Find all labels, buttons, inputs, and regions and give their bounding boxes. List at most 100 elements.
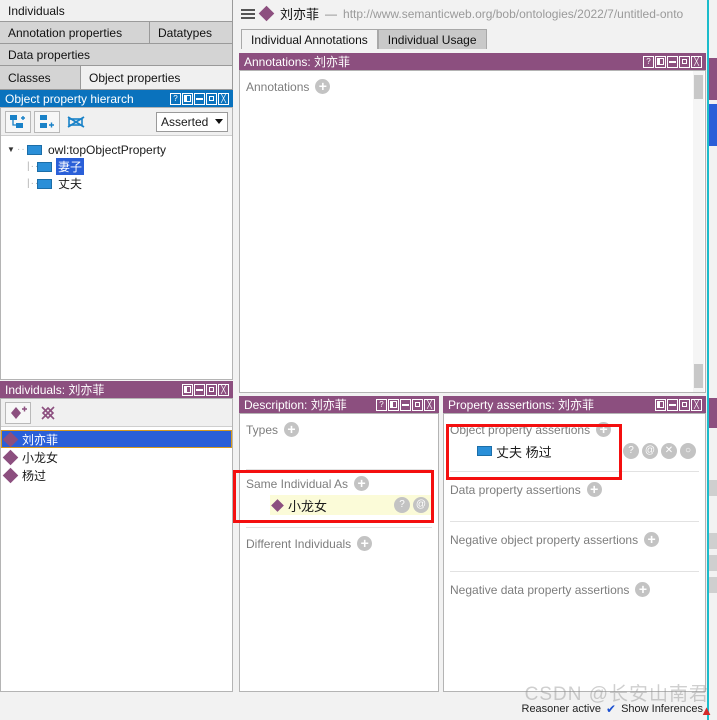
- tab-individuals[interactable]: Individuals: [0, 0, 233, 21]
- list-item[interactable]: 刘亦菲: [1, 430, 232, 448]
- object-property-hierarchy-window-buttons[interactable]: ? ╳: [170, 92, 230, 105]
- add-negative-data-property-assertion-icon[interactable]: [635, 582, 651, 597]
- add-object-property-assertion-icon[interactable]: [596, 422, 612, 437]
- individual-label: 刘亦菲: [22, 432, 59, 447]
- tree-node-qizi[interactable]: |·· 妻子: [5, 158, 232, 175]
- delete-icon[interactable]: ✕: [661, 443, 677, 459]
- individuals-toolbar[interactable]: [1, 399, 232, 427]
- split-columns-icon[interactable]: [182, 92, 193, 105]
- add-individual-icon[interactable]: [5, 401, 31, 424]
- tab-individual-usage[interactable]: Individual Usage: [377, 29, 487, 49]
- tab-data-properties[interactable]: Data properties: [0, 44, 233, 65]
- entry-actions[interactable]: ? @: [394, 497, 429, 513]
- add-same-individual-icon[interactable]: [354, 476, 370, 491]
- description-titlebar[interactable]: Description: 刘亦菲 ? ╳: [239, 396, 439, 413]
- entry-actions[interactable]: ? @ ✕ ○: [623, 443, 696, 459]
- tab-individual-annotations[interactable]: Individual Annotations: [241, 29, 378, 49]
- description-window-buttons[interactable]: ? ╳: [376, 398, 436, 411]
- rail-tab-hierarchy[interactable]: [709, 104, 717, 146]
- object-property-assertion-entry-label: 丈夫 杨过: [496, 444, 552, 460]
- reasoner-mode-dropdown[interactable]: Asserted: [156, 111, 228, 132]
- maximize-icon[interactable]: [412, 398, 423, 411]
- tab-annotation-properties[interactable]: Annotation properties: [0, 22, 150, 43]
- same-individual-entry[interactable]: 小龙女 ? @: [270, 495, 432, 515]
- minimize-icon[interactable]: [400, 398, 411, 411]
- rail-tab-description[interactable]: [709, 398, 717, 428]
- close-icon[interactable]: ╳: [691, 398, 702, 411]
- annotations-scroll-thumb-top[interactable]: [694, 75, 703, 99]
- rail-tab-extra-2[interactable]: [709, 555, 717, 571]
- add-different-individuals-icon[interactable]: [357, 536, 373, 551]
- individual-label: 杨过: [22, 468, 47, 483]
- help-icon[interactable]: ?: [643, 55, 654, 68]
- split-columns-icon[interactable]: [388, 398, 399, 411]
- object-property-toolbar[interactable]: Asserted: [1, 108, 232, 136]
- delete-individual-icon[interactable]: [35, 402, 61, 424]
- tab-classes[interactable]: Classes: [0, 66, 81, 89]
- edit-icon[interactable]: ○: [680, 443, 696, 459]
- content-tabs[interactable]: Individual Annotations Individual Usage: [237, 27, 717, 49]
- delete-property-icon[interactable]: [63, 111, 89, 133]
- close-icon[interactable]: ╳: [218, 92, 229, 105]
- tree-node-top-object-property[interactable]: ▼ ·· owl:topObjectProperty: [5, 141, 232, 158]
- add-data-property-assertion-icon[interactable]: [586, 482, 602, 497]
- reasoner-status-label: Reasoner active: [521, 703, 602, 715]
- split-columns-icon[interactable]: [655, 398, 666, 411]
- individuals-list[interactable]: 刘亦菲 小龙女 杨过: [1, 428, 232, 691]
- object-property-tree[interactable]: ▼ ·· owl:topObjectProperty |·· 妻子 |·· 丈夫: [1, 137, 232, 379]
- individuals-titlebar[interactable]: Individuals: 刘亦菲 ╳: [0, 381, 233, 398]
- list-item[interactable]: 小龙女: [1, 448, 232, 466]
- property-assertions-window-buttons[interactable]: ╳: [655, 398, 703, 411]
- split-columns-icon[interactable]: [655, 55, 666, 68]
- split-columns-icon[interactable]: [182, 383, 193, 396]
- maximize-icon[interactable]: [206, 92, 217, 105]
- annotate-icon[interactable]: @: [413, 497, 429, 513]
- maximize-icon[interactable]: [679, 55, 690, 68]
- property-assertions-titlebar[interactable]: Property assertions: 刘亦菲 ╳: [443, 396, 706, 413]
- add-annotation-icon[interactable]: [315, 79, 331, 94]
- expand-triangle-icon[interactable]: ▼: [5, 145, 17, 154]
- tree-node-zhangfu[interactable]: |·· 丈夫: [5, 175, 232, 192]
- help-icon[interactable]: ?: [376, 398, 387, 411]
- close-icon[interactable]: ╳: [691, 55, 702, 68]
- tabstrip-row-1[interactable]: Annotation properties Datatypes: [0, 22, 233, 44]
- rail-tab-extra-1[interactable]: [709, 533, 717, 549]
- annotations-scrollbar[interactable]: [693, 71, 704, 392]
- tabstrip-row-0[interactable]: Individuals: [0, 0, 233, 22]
- maximize-icon[interactable]: [679, 398, 690, 411]
- maximize-icon[interactable]: [206, 383, 217, 396]
- annotations-titlebar[interactable]: Annotations: 刘亦菲 ? ╳: [239, 53, 706, 70]
- negative-data-property-assertions-section: Negative data property assertions: [444, 572, 705, 599]
- add-negative-object-property-assertion-icon[interactable]: [644, 532, 660, 547]
- close-icon[interactable]: ╳: [424, 398, 435, 411]
- show-inferences-checkbox[interactable]: ✔: [606, 702, 616, 716]
- annotations-window-buttons[interactable]: ? ╳: [643, 55, 703, 68]
- explain-icon[interactable]: ?: [623, 443, 639, 459]
- tabstrip-row-2[interactable]: Data properties: [0, 44, 233, 66]
- hamburger-menu-icon[interactable]: [241, 8, 255, 19]
- individuals-window-buttons[interactable]: ╳: [182, 383, 230, 396]
- tabstrip-row-3[interactable]: Classes Object properties: [0, 66, 233, 90]
- rail-tab-annotations[interactable]: [709, 58, 717, 100]
- minimize-icon[interactable]: [194, 383, 205, 396]
- tab-datatypes[interactable]: Datatypes: [150, 22, 233, 43]
- add-sub-property-icon[interactable]: [5, 110, 31, 133]
- close-icon[interactable]: ╳: [218, 383, 229, 396]
- annotate-icon[interactable]: @: [642, 443, 658, 459]
- minimize-icon[interactable]: [667, 398, 678, 411]
- same-individual-as-section-header: Same Individual As: [246, 476, 432, 491]
- rail-tab-extra-3[interactable]: [709, 577, 717, 593]
- add-sibling-property-icon[interactable]: [34, 110, 60, 133]
- list-item[interactable]: 杨过: [1, 466, 232, 484]
- description-title: Description: 刘亦菲: [244, 398, 347, 412]
- help-icon[interactable]: ?: [170, 92, 181, 105]
- tab-object-properties[interactable]: Object properties: [81, 66, 233, 89]
- object-property-assertion-entry[interactable]: 丈夫 杨过 ? @ ✕ ○: [474, 441, 699, 461]
- rail-tab-assertions[interactable]: [709, 480, 717, 496]
- add-type-icon[interactable]: [284, 422, 300, 437]
- annotations-scroll-thumb-bottom[interactable]: [694, 364, 703, 388]
- minimize-icon[interactable]: [194, 92, 205, 105]
- object-property-hierarchy-titlebar[interactable]: Object property hierarch ? ╳: [0, 90, 233, 107]
- minimize-icon[interactable]: [667, 55, 678, 68]
- explain-icon[interactable]: ?: [394, 497, 410, 513]
